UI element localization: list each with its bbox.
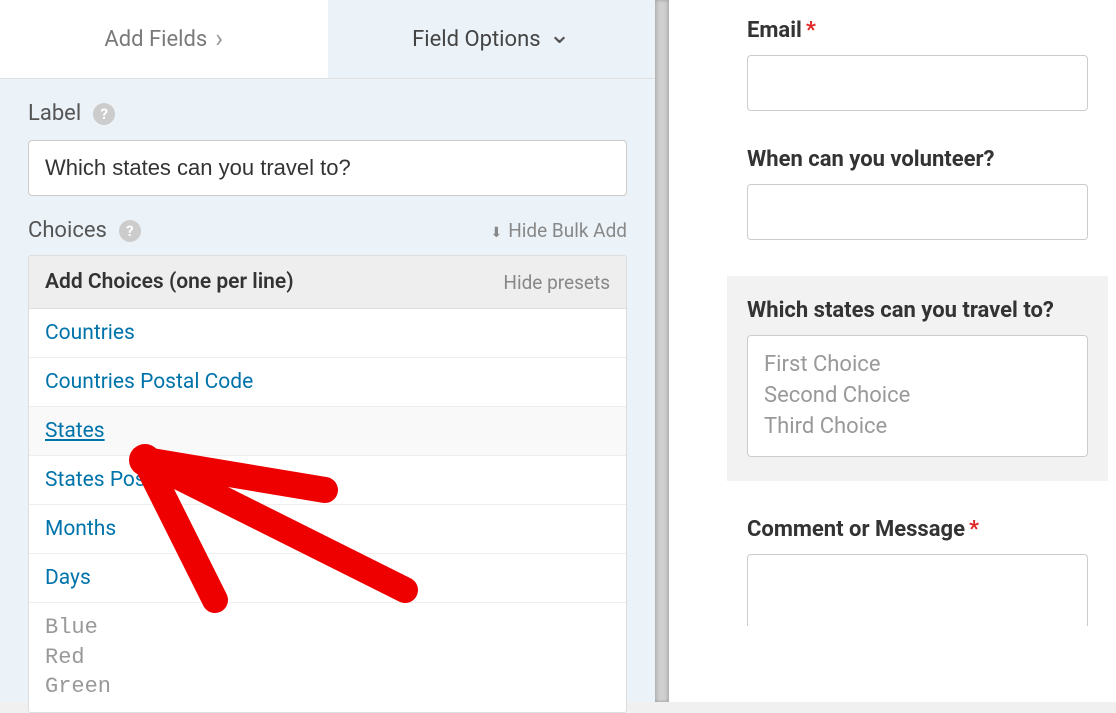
chevron-down-icon <box>549 24 571 54</box>
preset-states-postal[interactable]: States Postal Code <box>29 456 626 505</box>
preset-countries[interactable]: Countries <box>29 309 626 358</box>
hide-presets-link[interactable]: Hide presets <box>503 271 610 294</box>
typed-line: Green <box>45 672 610 702</box>
preset-days[interactable]: Days <box>29 554 626 603</box>
help-icon[interactable]: ? <box>93 103 115 125</box>
form-preview: Email* When can you volunteer? Which sta… <box>669 0 1116 702</box>
left-panel: Add Fields Field Options Label ? Choices… <box>0 0 655 702</box>
hide-bulk-label: Hide Bulk Add <box>508 219 627 242</box>
volunteer-input[interactable] <box>747 184 1088 240</box>
tab-add-fields-label: Add Fields <box>104 27 207 52</box>
chevron-right-icon <box>215 24 223 54</box>
hide-bulk-add-link[interactable]: Hide Bulk Add <box>490 219 627 242</box>
typed-line: Red <box>45 643 610 673</box>
field-comment[interactable]: Comment or Message* <box>747 517 1088 626</box>
preset-months[interactable]: Months <box>29 505 626 554</box>
download-icon <box>490 219 502 242</box>
field-email[interactable]: Email* <box>747 18 1088 111</box>
preset-countries-postal[interactable]: Countries Postal Code <box>29 358 626 407</box>
choice-line: First Choice <box>764 350 1071 381</box>
required-mark: * <box>806 18 816 43</box>
email-input[interactable] <box>747 55 1088 111</box>
comment-input[interactable] <box>747 554 1088 626</box>
typed-line: Blue <box>45 613 610 643</box>
choice-line: Third Choice <box>764 412 1071 443</box>
volunteer-label: When can you volunteer? <box>747 147 1088 172</box>
required-mark: * <box>969 517 979 542</box>
help-icon[interactable]: ? <box>119 220 141 242</box>
bulk-textarea[interactable]: Blue Red Green <box>29 603 626 712</box>
tab-field-options-label: Field Options <box>412 27 540 52</box>
tabs: Add Fields Field Options <box>0 0 655 79</box>
tab-field-options[interactable]: Field Options <box>328 0 656 78</box>
tab-add-fields[interactable]: Add Fields <box>0 0 328 78</box>
choice-line: Second Choice <box>764 381 1071 412</box>
field-volunteer[interactable]: When can you volunteer? <box>747 147 1088 240</box>
label-section: Label ? <box>0 79 655 196</box>
field-states-selected[interactable]: Which states can you travel to? First Ch… <box>727 276 1108 481</box>
choices-section: Choices ? Hide Bulk Add Add Choices (one… <box>0 196 655 713</box>
label-title: Label <box>28 101 81 126</box>
preset-states[interactable]: States <box>29 407 626 456</box>
comment-label: Comment or Message* <box>747 517 1088 542</box>
label-input[interactable] <box>28 140 627 196</box>
panel-divider[interactable] <box>655 0 669 702</box>
email-label: Email* <box>747 18 1088 43</box>
presets-header-title: Add Choices (one per line) <box>45 270 294 294</box>
presets-box: Add Choices (one per line) Hide presets … <box>28 255 627 713</box>
states-choices-display: First Choice Second Choice Third Choice <box>747 335 1088 457</box>
choices-title: Choices <box>28 218 107 243</box>
states-label: Which states can you travel to? <box>747 298 1088 323</box>
